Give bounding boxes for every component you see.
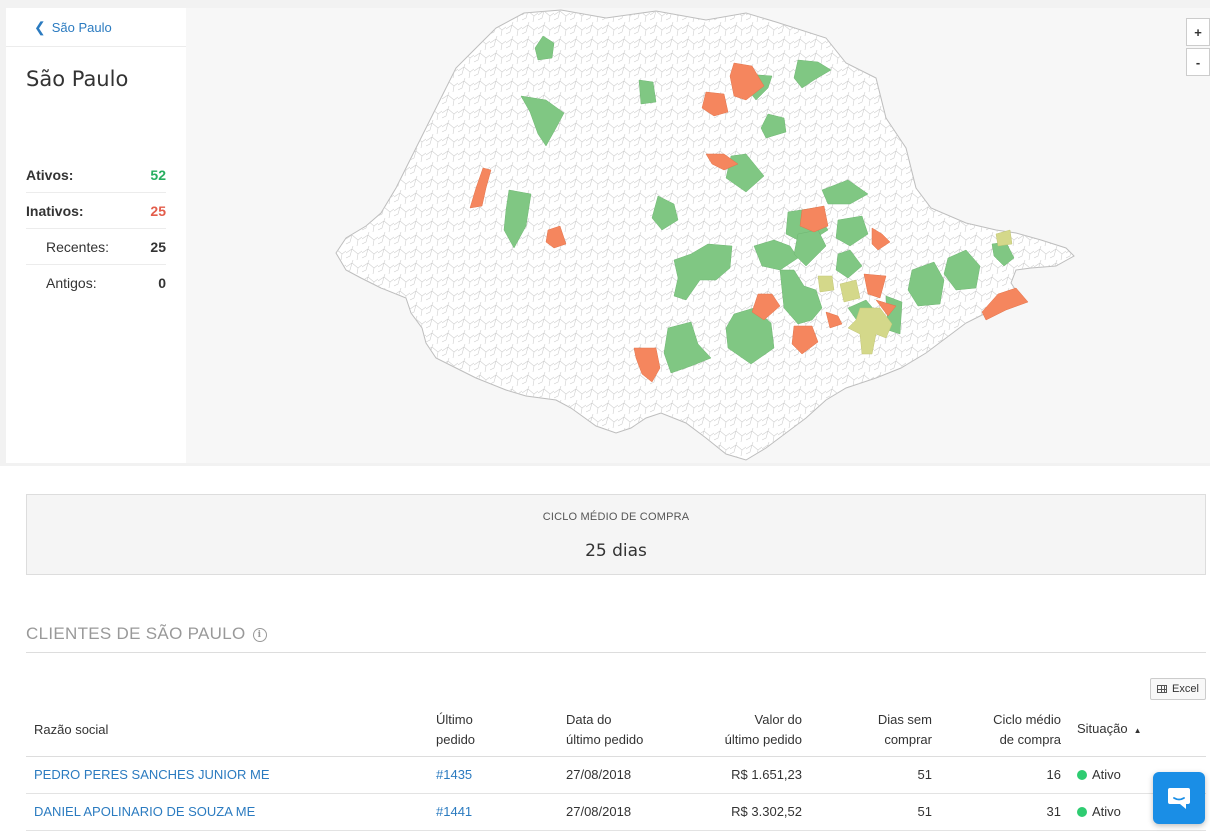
cycle-summary-card: CICLO MÉDIO DE COMPRA 25 dias [26,494,1206,575]
col-razao-social[interactable]: Razão social [26,704,428,757]
excel-label: Excel [1172,683,1199,695]
state-panel: ❮ São Paulo São Paulo Ativos: 52 Inativo… [6,8,186,463]
municipal-borders [336,10,1074,460]
card-label: CICLO MÉDIO DE COMPRA [542,511,690,523]
region-active[interactable] [638,79,657,105]
sao-paulo-state-map[interactable] [186,8,1210,463]
col-ciclo-medio[interactable]: Ciclo médio de compra [940,704,1069,757]
client-name-link[interactable]: PEDRO PERES SANCHES JUNIOR ME [34,767,270,782]
clients-table: Razão social Último pedido Data do último … [26,704,1206,831]
col-data[interactable]: Data do último pedido [558,704,688,757]
back-link-label: São Paulo [51,19,112,35]
table-icon [1157,685,1168,693]
stat-value: 25 [150,202,166,219]
status-dot-icon [1077,770,1087,780]
back-link[interactable]: ❮ São Paulo [6,8,186,47]
clients-section-title: CLIENTES DE SÃO PAULO i [26,624,1206,653]
order-value: R$ 1.651,23 [688,756,810,794]
stat-inativos: Inativos: 25 [26,193,166,229]
order-value: R$ 3.302,52 [688,793,810,831]
chat-bubble-icon [1168,788,1190,809]
order-date: 27/08/2018 [558,793,688,831]
zoom-out-button[interactable]: - [1186,48,1210,76]
table-row: PEDRO PERES SANCHES JUNIOR ME #1435 27/0… [26,756,1206,794]
order-link[interactable]: #1441 [436,804,472,819]
chat-button[interactable] [1153,772,1205,824]
stat-label: Ativos: [26,166,74,183]
stat-value: 25 [150,238,166,255]
col-situacao[interactable]: Situação ▲ [1069,704,1206,757]
table-row: DANIEL APOLINARIO DE SOUZA ME #1441 27/0… [26,793,1206,831]
stat-label: Recentes: [46,238,110,255]
stat-ativos: Ativos: 52 [26,157,166,193]
order-link[interactable]: #1435 [436,767,472,782]
zoom-in-button[interactable]: + [1186,18,1210,46]
card-value: 25 dias [585,541,647,561]
region-recent[interactable] [817,275,835,293]
client-name-link[interactable]: DANIEL APOLINARIO DE SOUZA ME [34,804,255,819]
col-dias-sem-comprar[interactable]: Dias sem comprar [810,704,940,757]
chevron-left-icon: ❮ [34,18,46,35]
section-title-text: CLIENTES DE SÃO PAULO [26,624,246,643]
stat-value: 52 [150,166,166,183]
days-without-purchase: 51 [810,793,940,831]
avg-cycle: 31 [940,793,1069,831]
stat-label: Antigos: [46,275,97,291]
stat-recentes: Recentes: 25 [26,229,166,265]
municipality-map[interactable]: + - [186,8,1210,463]
table-header-row: Razão social Último pedido Data do último … [26,704,1206,757]
stat-label: Inativos: [26,202,84,219]
excel-export-button[interactable]: Excel [1150,678,1206,700]
stat-antigos: Antigos: 0 [26,265,166,301]
state-title: São Paulo [26,67,129,91]
col-ultimo-pedido[interactable]: Último pedido [428,704,558,757]
order-date: 27/08/2018 [558,756,688,794]
status-label: Ativo [1092,767,1121,782]
map-region: ❮ São Paulo São Paulo Ativos: 52 Inativo… [0,0,1210,466]
info-icon[interactable]: i [252,628,267,642]
col-valor[interactable]: Valor do último pedido [688,704,810,757]
sort-asc-icon: ▲ [1133,725,1142,735]
days-without-purchase: 51 [810,756,940,794]
status-dot-icon [1077,807,1087,817]
avg-cycle: 16 [940,756,1069,794]
stat-value: 0 [158,275,166,291]
status-label: Ativo [1092,804,1121,819]
